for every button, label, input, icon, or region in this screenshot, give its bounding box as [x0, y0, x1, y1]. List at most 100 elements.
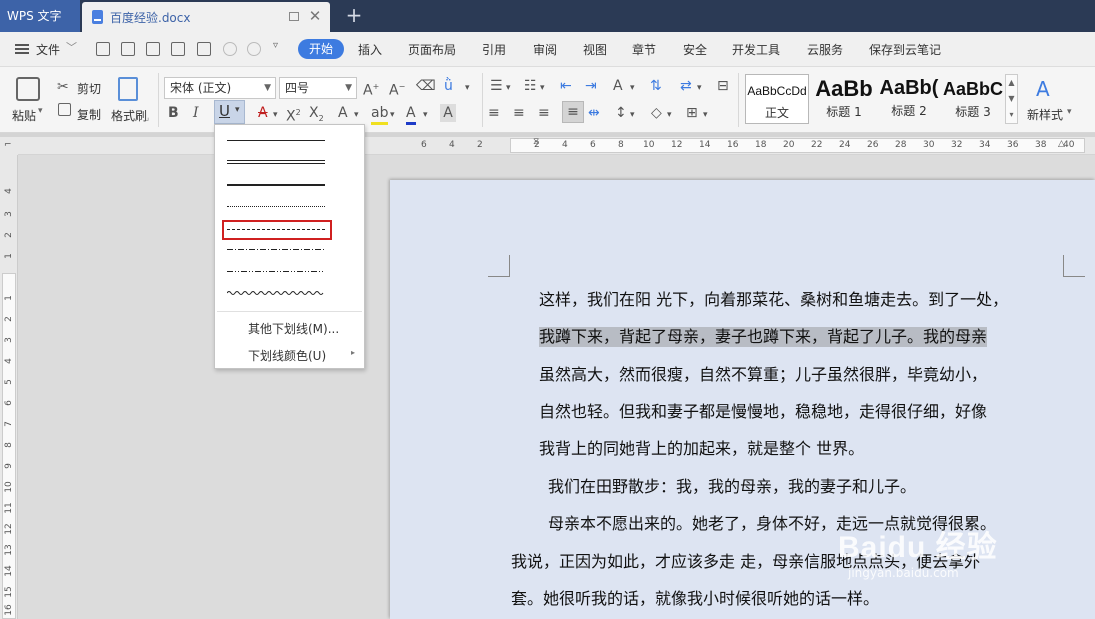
document-line-selected[interactable]: 我蹲下来，背起了母亲，妻子也蹲下来，背起了儿子。我的母亲 — [539, 327, 988, 347]
right-indent-marker-icon[interactable]: △ — [1058, 139, 1065, 149]
shading-dropdown-icon[interactable]: ▾ — [667, 106, 672, 124]
strikethrough-dropdown-icon[interactable]: ▾ — [273, 106, 278, 124]
numbered-list-dropdown-icon[interactable]: ▾ — [540, 79, 545, 97]
increase-font-size-icon[interactable]: A+ — [363, 78, 379, 100]
numbered-list-icon[interactable]: ☷ — [524, 77, 537, 95]
format-painter-icon[interactable] — [118, 77, 138, 101]
new-style-button[interactable]: 新样式 — [1027, 106, 1063, 123]
bold-icon[interactable]: B — [168, 104, 179, 122]
highlight-dropdown-icon[interactable]: ▾ — [390, 106, 395, 124]
change-case-icon[interactable]: A — [613, 77, 623, 95]
align-center-icon[interactable]: ≡ — [513, 104, 525, 122]
font-size-combo[interactable]: 四号 ▼ — [279, 77, 357, 99]
tab-review[interactable]: 审阅 — [533, 41, 557, 58]
customize-toolbar-icon[interactable]: ▿ — [273, 40, 278, 51]
hamburger-menu-icon[interactable] — [15, 44, 29, 54]
new-tab-icon[interactable]: + — [343, 3, 365, 27]
font-color-dropdown-icon[interactable]: ▾ — [423, 106, 428, 124]
align-right-icon[interactable]: ≡ — [538, 104, 550, 122]
sort-icon[interactable]: ⇅ — [650, 77, 662, 95]
font-name-dropdown-icon[interactable]: ▼ — [264, 78, 271, 98]
clear-formatting-icon[interactable]: ⌫ — [416, 77, 436, 95]
font-color-icon[interactable]: A — [406, 104, 416, 125]
tab-view[interactable]: 视图 — [583, 41, 607, 58]
style-heading-3[interactable]: AaBbC 标题 3 — [942, 74, 1004, 124]
copy-icon[interactable] — [58, 103, 71, 116]
clipboard-expand-icon[interactable]: ⌟ — [145, 109, 149, 127]
line-spacing-icon[interactable]: ↕ — [615, 104, 627, 122]
paste-button[interactable]: 粘贴 — [12, 107, 36, 124]
document-tab[interactable]: 百度经验.docx ✕ — [82, 2, 330, 32]
tab-chapter[interactable]: 章节 — [632, 41, 656, 58]
document-line[interactable]: 我们在田野散步：我，我的母亲，我的妻子和儿子。 — [548, 477, 916, 497]
export-pdf-icon[interactable] — [146, 42, 160, 56]
new-style-dropdown-icon[interactable]: ▾ — [1067, 107, 1072, 117]
underline-option-wavy[interactable] — [225, 287, 327, 303]
tab-developer-tools[interactable]: 开发工具 — [732, 41, 780, 58]
tab-references[interactable]: 引用 — [482, 41, 506, 58]
document-line[interactable]: 自然也轻。但我和妻子都是慢慢地，稳稳地，走得很仔细，好像 — [539, 402, 987, 422]
justify-icon[interactable]: ≡ — [562, 101, 584, 123]
text-effects-dropdown-icon[interactable]: ▾ — [354, 106, 359, 124]
print-icon[interactable] — [171, 42, 185, 56]
bullet-list-dropdown-icon[interactable]: ▾ — [506, 79, 511, 97]
underline-option-dotted[interactable] — [225, 199, 327, 215]
superscript-icon[interactable]: X2 — [286, 104, 301, 126]
line-spacing-dropdown-icon[interactable]: ▾ — [630, 106, 635, 124]
tab-page-layout[interactable]: 页面布局 — [408, 41, 456, 58]
underline-dropdown-icon[interactable]: ▾ — [235, 105, 240, 115]
indent-marker-icon[interactable]: ⧖ — [533, 137, 539, 147]
show-marks-dropdown-icon[interactable]: ▾ — [697, 79, 702, 97]
phonetic-guide-icon[interactable]: ǜ — [444, 77, 453, 95]
document-line[interactable]: 我背上的同她背上的加起来，就是整个 世界。 — [539, 439, 864, 459]
undo-icon[interactable] — [223, 42, 237, 56]
style-heading-2[interactable]: AaBb( 标题 2 — [877, 74, 941, 124]
tab-stop-icon[interactable]: ⌐ — [4, 140, 12, 150]
change-case-dropdown-icon[interactable]: ▾ — [630, 79, 635, 97]
horizontal-ruler[interactable]: 6 4 2 2 4 6 8 10 12 14 16 18 20 22 24 26… — [18, 137, 1095, 154]
scissors-icon[interactable]: ✂ — [57, 78, 69, 96]
italic-icon[interactable]: I — [193, 104, 199, 122]
borders-dropdown-icon[interactable]: ▾ — [703, 106, 708, 124]
tab-security[interactable]: 安全 — [683, 41, 707, 58]
restore-window-icon[interactable] — [289, 12, 299, 21]
align-left-icon[interactable]: ≡ — [488, 104, 500, 122]
format-painter-button[interactable]: 格式刷 — [111, 107, 147, 124]
paste-icon[interactable] — [16, 77, 40, 101]
redo-icon[interactable] — [247, 42, 261, 56]
document-line[interactable]: 虽然高大，然而很瘦，自然不算重；儿子虽然很胖，毕竟幼小， — [539, 365, 987, 385]
cut-button[interactable]: 剪切 — [77, 80, 101, 97]
style-normal[interactable]: AaBbCcDd 正文 — [745, 74, 809, 124]
underline-option-thick[interactable] — [225, 177, 327, 193]
underline-option-double[interactable] — [225, 155, 327, 171]
shading-icon[interactable]: ◇ — [651, 104, 662, 122]
underline-option-single[interactable] — [225, 133, 327, 149]
distributed-align-icon[interactable]: ⇹ — [588, 104, 600, 122]
highlight-color-icon[interactable]: ab — [371, 104, 389, 125]
document-line[interactable]: 套。她很听我的话，就像我小时候很听她的话一样。 — [511, 589, 879, 609]
copy-button[interactable]: 复制 — [77, 106, 101, 123]
styles-scroll[interactable]: ▲ ▼ ▾ — [1005, 74, 1018, 124]
font-name-combo[interactable]: 宋体 (正文) ▼ — [164, 77, 276, 99]
more-underlines-menu-item[interactable]: 其他下划线(M)... — [248, 320, 339, 337]
font-size-dropdown-icon[interactable]: ▼ — [345, 78, 352, 98]
underline-button[interactable]: U ▾ — [214, 100, 245, 124]
print-preview-icon[interactable] — [197, 42, 211, 56]
show-marks-icon[interactable]: ⇄ — [680, 77, 692, 95]
underline-option-dash-dot-dot[interactable] — [225, 265, 327, 281]
increase-indent-icon[interactable]: ⇥ — [585, 77, 597, 95]
style-heading-1[interactable]: AaBb 标题 1 — [812, 74, 876, 124]
document-line[interactable]: 这样，我们在阳 光下，向着那菜花、桑树和鱼塘走去。到了一处， — [539, 290, 1008, 310]
underline-option-dash-dot[interactable] — [225, 243, 327, 259]
open-folder-icon[interactable] — [96, 42, 110, 56]
file-menu[interactable]: 文件 — [36, 41, 60, 58]
underline-color-menu-item[interactable]: 下划线颜色(U) — [248, 347, 326, 364]
character-shading-icon[interactable]: A — [440, 104, 456, 122]
close-tab-icon[interactable]: ✕ — [308, 7, 322, 25]
tab-cloud-service[interactable]: 云服务 — [807, 41, 843, 58]
app-tab[interactable]: WPS 文字 — [0, 0, 80, 32]
tab-insert[interactable]: 插入 — [358, 41, 382, 58]
decrease-font-size-icon[interactable]: A− — [389, 78, 405, 100]
strikethrough-icon[interactable]: A — [258, 104, 268, 122]
borders-icon[interactable]: ⊞ — [686, 104, 698, 122]
